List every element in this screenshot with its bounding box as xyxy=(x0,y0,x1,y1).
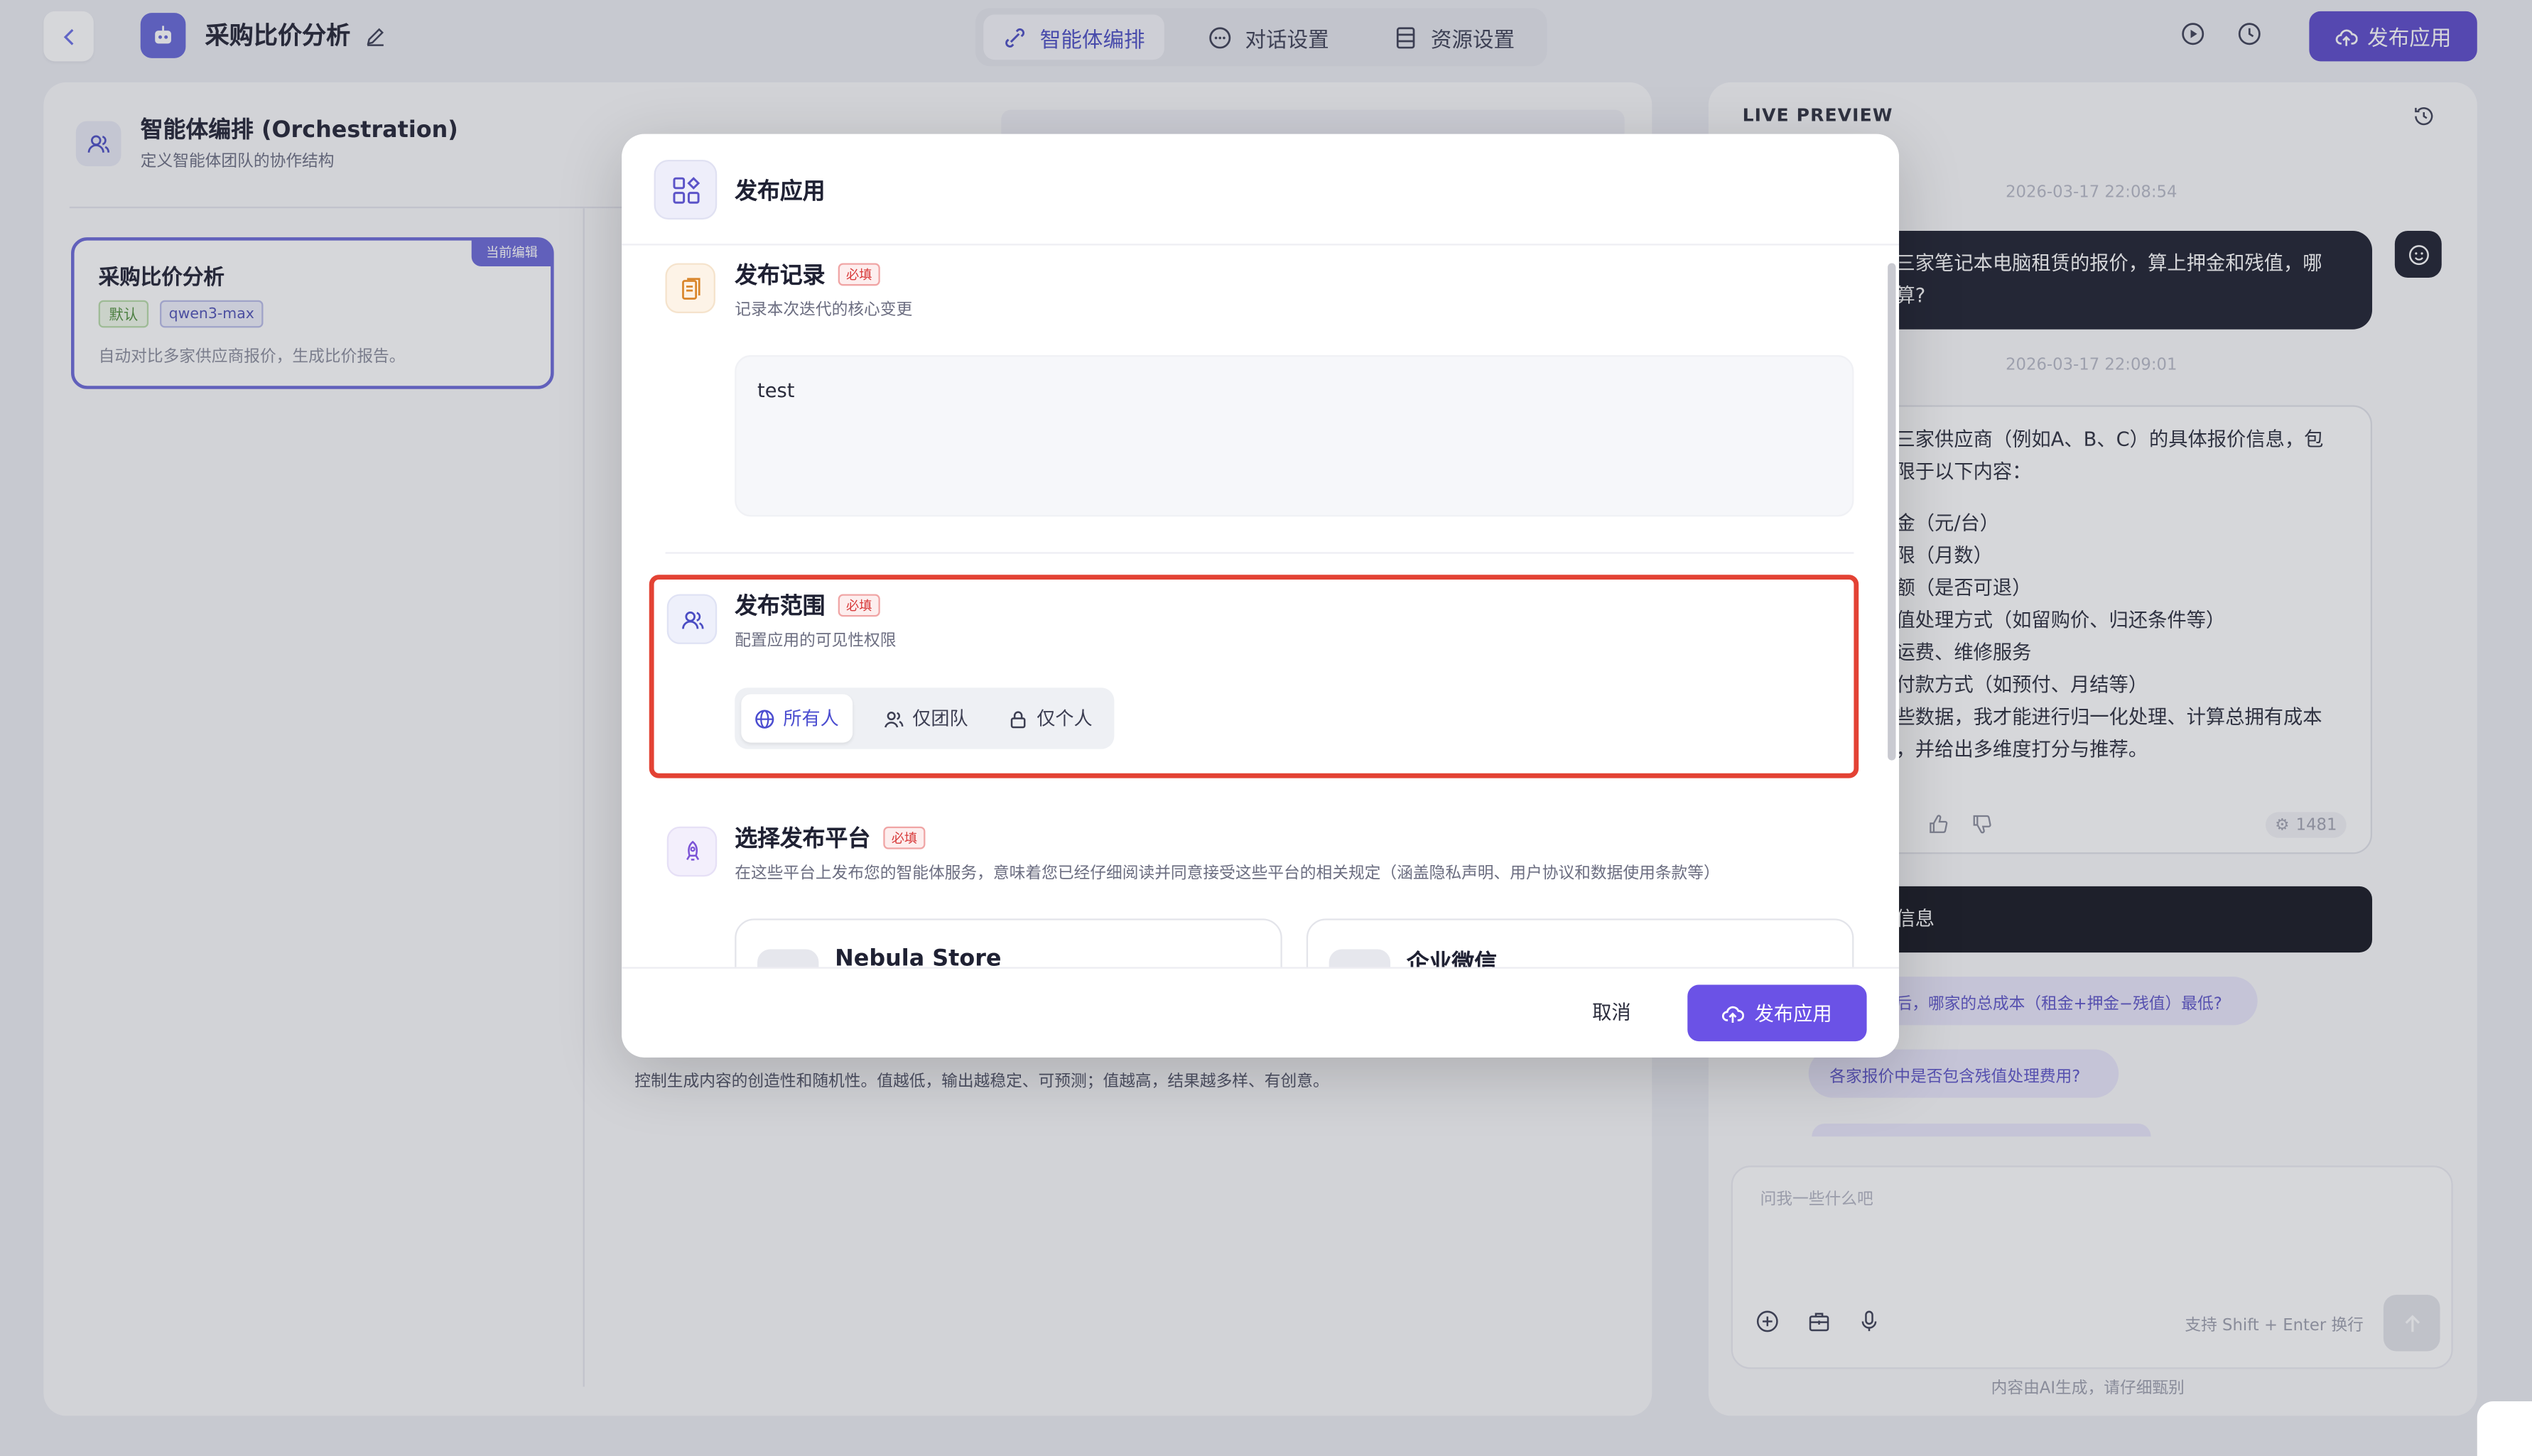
publish-button[interactable]: 发布应用 xyxy=(1687,984,1867,1042)
publish-button-label: 发布应用 xyxy=(1754,1002,1832,1026)
apps-icon xyxy=(654,160,718,220)
release-notes-input[interactable]: test xyxy=(735,355,1854,517)
scope-subtitle: 配置应用的可见性权限 xyxy=(735,633,897,651)
cloud-upload-icon xyxy=(1723,1005,1745,1022)
publish-modal: 发布应用 发布记录 必填 记录本次迭代的核心变更 test 发布范围 必填 配置… xyxy=(622,134,1900,1058)
scope-option-everyone[interactable]: 所有人 xyxy=(741,694,853,743)
scope-option-personal[interactable]: 仅个人 xyxy=(995,694,1105,742)
required-badge: 必填 xyxy=(838,263,880,286)
modal-title: 发布应用 xyxy=(735,179,826,205)
scope-option-label: 仅团队 xyxy=(912,707,968,730)
scope-option-team[interactable]: 仅团队 xyxy=(870,694,981,742)
floating-card[interactable] xyxy=(2477,1401,2532,1456)
divider xyxy=(665,552,1854,554)
record-title: 发布记录 xyxy=(735,263,826,289)
scope-title: 发布范围 xyxy=(735,594,826,620)
scope-segmented-control: 所有人 仅团队 仅个人 xyxy=(735,688,1115,749)
clipboard-icon xyxy=(665,263,715,313)
platform-subtitle: 在这些平台上发布您的智能体服务，意味着您已经仔细阅读并同意接受这些平台的相关规定… xyxy=(735,865,1720,884)
record-subtitle: 记录本次迭代的核心变更 xyxy=(735,302,913,320)
users-icon xyxy=(666,594,718,644)
required-badge: 必填 xyxy=(838,594,880,617)
rocket-icon xyxy=(666,826,718,877)
lock-icon xyxy=(1010,710,1026,728)
globe-icon xyxy=(755,709,774,728)
modal-scrollbar-thumb[interactable] xyxy=(1888,263,1896,761)
platform-title: 选择发布平台 xyxy=(735,826,871,853)
cancel-button[interactable]: 取消 xyxy=(1573,983,1650,1038)
divider xyxy=(622,244,1900,246)
required-badge: 必填 xyxy=(883,826,926,849)
scope-option-label: 仅个人 xyxy=(1037,707,1093,730)
team-icon xyxy=(884,710,904,727)
scope-option-label: 所有人 xyxy=(783,707,839,730)
